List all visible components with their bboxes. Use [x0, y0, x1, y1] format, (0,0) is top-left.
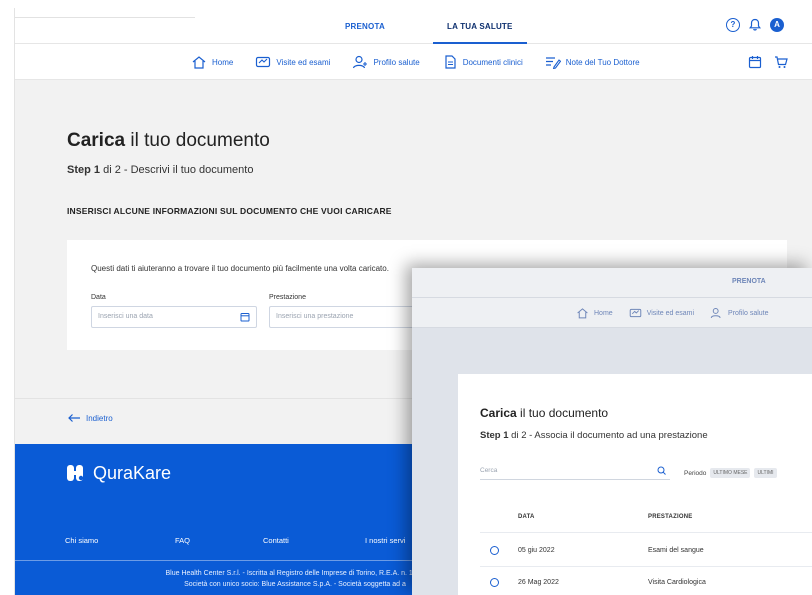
period-pill-last-month[interactable]: ULTIMO MESE	[710, 468, 751, 478]
help-icon[interactable]: ?	[726, 18, 740, 32]
section-heading: INSERISCI ALCUNE INFORMAZIONI SUL DOCUME…	[67, 206, 392, 216]
date-input[interactable]: Inserisci una data	[91, 306, 257, 328]
subnav-visite[interactable]: Visite ed esami	[629, 307, 694, 319]
page-title: Carica il tuo documento	[67, 130, 270, 151]
subnav-visite-label: Visite ed esami	[276, 57, 331, 67]
brand-logo-icon	[67, 465, 84, 481]
period-label: Periodo	[684, 469, 707, 477]
step-indicator: Step 1 di 2 - Descrivi il tuo documento	[67, 164, 254, 176]
arrow-left-icon	[68, 414, 80, 422]
row-prestazione: Esami del sangue	[648, 547, 704, 554]
row-radio[interactable]	[490, 546, 499, 555]
subnav-note[interactable]: Note del Tuo Dottore	[545, 55, 640, 69]
bell-icon[interactable]	[748, 18, 762, 32]
footer-link-chi-siamo[interactable]: Chi siamo	[65, 536, 98, 545]
top-navbar-dimmed: PRENOTA	[412, 268, 812, 298]
calendar-icon[interactable]	[748, 55, 762, 69]
subnav-profilo-label: Profilo salute	[728, 309, 769, 317]
subnav-profilo[interactable]: Profilo salute	[352, 55, 420, 69]
footer-link-contatti[interactable]: Contatti	[263, 536, 289, 545]
subnav-note-label: Note del Tuo Dottore	[565, 57, 640, 67]
subnav-home-label: Home	[594, 309, 613, 317]
table-row[interactable]: 05 giu 2022 Esami del sangue	[480, 540, 812, 564]
table-row[interactable]: 26 Mag 2022 Visita Cardiologica	[480, 572, 812, 595]
date-label: Data	[91, 294, 106, 301]
table-header-divider	[480, 532, 812, 533]
prestazione-placeholder: Inserisci una prestazione	[276, 313, 354, 320]
tab-la-tua-salute[interactable]: LA TUA SALUTE	[433, 8, 527, 44]
associate-document-modal: Carica il tuo documento Step 1 di 2 - As…	[458, 374, 812, 595]
avatar[interactable]: A	[770, 18, 784, 32]
modal-step-indicator: Step 1 di 2 - Associa il documento ad un…	[480, 430, 708, 441]
date-placeholder: Inserisci una data	[98, 313, 153, 320]
profile-icon	[710, 308, 721, 319]
row-radio[interactable]	[490, 578, 499, 587]
profile-icon	[353, 55, 368, 69]
period-pill-last[interactable]: ULTIMI	[754, 468, 777, 478]
calendar-icon[interactable]	[240, 312, 250, 322]
prestazione-label: Prestazione	[269, 294, 306, 301]
subnav-profilo[interactable]: Profilo salute	[710, 307, 769, 319]
notes-icon	[545, 57, 561, 69]
secondary-navbar-dimmed: Home Visite ed esami Profilo salute	[412, 298, 812, 328]
row-divider	[480, 566, 812, 567]
tab-prenota[interactable]: PRENOTA	[732, 278, 766, 285]
document-icon	[445, 55, 456, 69]
secondary-navbar: Home Visite ed esami Profilo salute Docu…	[15, 44, 812, 80]
visits-icon	[629, 308, 641, 318]
subnav-documenti-label: Documenti clinici	[462, 57, 523, 67]
footer-link-faq[interactable]: FAQ	[175, 536, 190, 545]
brand-logo[interactable]: QuraKare	[65, 462, 171, 484]
cart-icon[interactable]	[774, 55, 788, 69]
brand-name: QuraKare	[93, 462, 172, 483]
subnav-home-label: Home	[212, 57, 234, 67]
home-icon	[192, 56, 206, 69]
row-date: 26 Mag 2022	[518, 579, 559, 586]
prestazione-input[interactable]: Inserisci una prestazione	[269, 306, 429, 328]
subnav-profilo-label: Profilo salute	[373, 57, 420, 67]
browser-tab-stub	[15, 8, 195, 18]
row-prestazione: Visita Cardiologica	[648, 579, 706, 586]
column-header-prestazione: PRESTAZIONE	[648, 514, 693, 520]
subnav-visite-label: Visite ed esami	[646, 309, 695, 317]
tab-prenota[interactable]: PRENOTA	[345, 8, 385, 44]
subnav-home[interactable]: Home	[191, 55, 233, 69]
period-filter: Periodo ULTIMO MESE ULTIMI	[684, 468, 777, 478]
subnav-visite[interactable]: Visite ed esami	[255, 55, 330, 69]
subnav-home[interactable]: Home	[576, 307, 613, 319]
modal-title: Carica il tuo documento	[480, 406, 609, 420]
visits-icon	[256, 56, 271, 68]
row-date: 05 giu 2022	[518, 547, 555, 554]
back-label: Indietro	[86, 413, 113, 423]
search-input[interactable]: Cerca	[480, 462, 670, 480]
form-hint: Questi dati ti aiuteranno a trovare il t…	[91, 264, 389, 273]
subnav-documenti[interactable]: Documenti clinici	[442, 55, 523, 69]
search-placeholder: Cerca	[480, 467, 498, 474]
column-header-date: DATA	[518, 514, 535, 520]
search-icon[interactable]	[657, 466, 666, 475]
home-icon	[577, 308, 588, 319]
back-button[interactable]: Indietro	[67, 413, 113, 423]
foreground-window: PRENOTA Home Visite ed esami Profilo sal…	[412, 268, 812, 595]
footer-link-servizi[interactable]: I nostri servi	[365, 536, 405, 545]
